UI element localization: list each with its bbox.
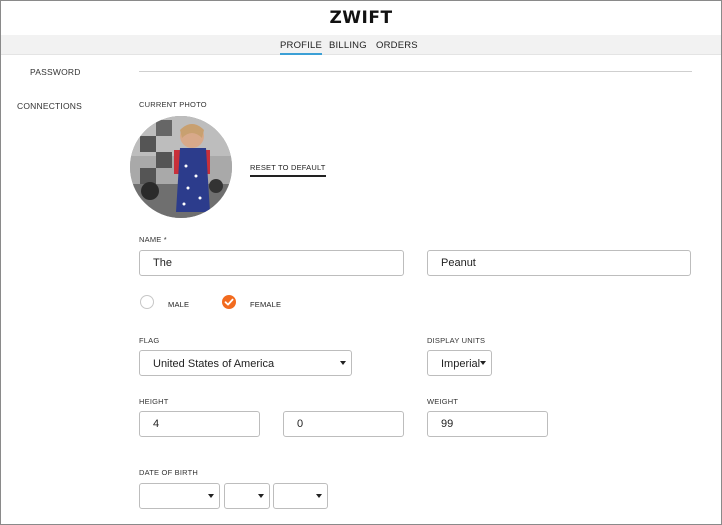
female-radio[interactable] [222,295,236,309]
chevron-down-icon [316,494,322,498]
weight-input[interactable] [427,411,548,437]
current-photo-label: CURRENT PHOTO [139,100,207,109]
dob-year-select[interactable] [273,483,328,509]
tab-orders[interactable]: ORDERS [376,40,418,51]
female-radio-label: FEMALE [250,300,282,309]
male-radio-label: MALE [168,300,190,309]
flag-select-value: United States of America [153,358,275,370]
chevron-down-icon [480,361,486,365]
height-inches-input[interactable] [283,411,404,437]
chevron-down-icon [258,494,264,498]
section-divider [139,71,692,72]
profile-photo[interactable] [130,116,232,218]
display-units-select[interactable]: Imperial [427,350,492,376]
profile-photo-image [130,116,232,218]
tab-profile[interactable]: PROFILE [280,40,323,55]
flag-label: FLAG [139,336,160,345]
dob-month-select[interactable] [139,483,220,509]
chevron-down-icon [340,361,346,365]
zwift-logo: ZWIFT [329,8,393,28]
last-name-input[interactable] [427,250,691,276]
height-label: HEIGHT [139,397,169,406]
chevron-down-icon [208,494,214,498]
male-radio[interactable] [140,295,154,309]
sidebar-item-connections[interactable]: CONNECTIONS [17,101,82,111]
display-units-value: Imperial [441,358,481,370]
tab-billing[interactable]: BILLING [329,40,367,51]
reset-to-default-link[interactable]: RESET TO DEFAULT [250,163,326,177]
display-units-label: DISPLAY UNITS [427,336,486,345]
dob-day-select[interactable] [224,483,270,509]
checkmark-icon [224,298,234,306]
weight-label: WEIGHT [427,397,459,406]
date-of-birth-label: DATE OF BIRTH [139,468,198,477]
sidebar-item-password[interactable]: PASSWORD [30,67,81,77]
height-feet-input[interactable] [139,411,260,437]
tab-bar: PROFILE BILLING ORDERS [1,35,721,55]
name-label: NAME * [139,235,167,244]
flag-select[interactable]: United States of America [139,350,352,376]
first-name-input[interactable] [139,250,404,276]
